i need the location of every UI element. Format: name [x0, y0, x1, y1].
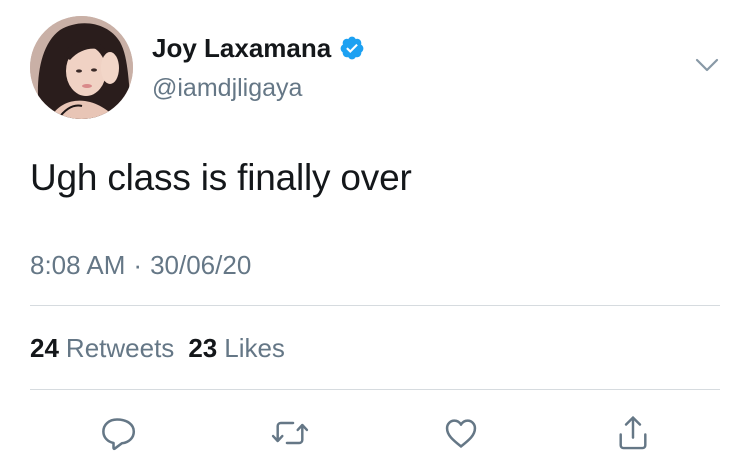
tweet-date: 30/06/20: [150, 250, 252, 280]
reply-button[interactable]: [97, 413, 137, 453]
user-handle[interactable]: @iamdjligaya: [152, 70, 302, 106]
like-icon: [442, 414, 480, 452]
tweet-card: Joy Laxamana @iamdjligaya Ugh class is f…: [0, 0, 750, 467]
display-name[interactable]: Joy Laxamana: [152, 30, 331, 66]
retweet-button[interactable]: [270, 413, 310, 453]
author-name-row: Joy Laxamana: [152, 30, 365, 66]
meta-separator: ·: [133, 250, 143, 280]
tweet-stats: 24 Retweets 23 Likes: [30, 330, 285, 366]
like-button[interactable]: [441, 413, 481, 453]
reply-icon: [98, 414, 136, 452]
likes-count: 23: [188, 333, 218, 363]
divider: [30, 389, 720, 390]
tweet-time: 8:08 AM: [30, 250, 126, 280]
share-button[interactable]: [613, 413, 653, 453]
retweets-stat[interactable]: 24 Retweets: [30, 330, 174, 366]
verified-badge-icon: [339, 35, 365, 61]
likes-stat[interactable]: 23 Likes: [188, 330, 285, 366]
retweet-icon: [270, 414, 310, 452]
likes-label: Likes: [224, 333, 285, 363]
retweets-label: Retweets: [65, 333, 175, 363]
share-icon: [614, 413, 652, 453]
chevron-down-icon[interactable]: [694, 56, 720, 74]
tweet-timestamp[interactable]: 8:08 AM · 30/06/20: [30, 247, 251, 283]
retweets-count: 24: [30, 333, 59, 363]
avatar[interactable]: [30, 16, 133, 119]
profile-photo: [30, 16, 133, 119]
tweet-text: Ugh class is finally over: [30, 157, 412, 198]
divider: [30, 305, 720, 306]
